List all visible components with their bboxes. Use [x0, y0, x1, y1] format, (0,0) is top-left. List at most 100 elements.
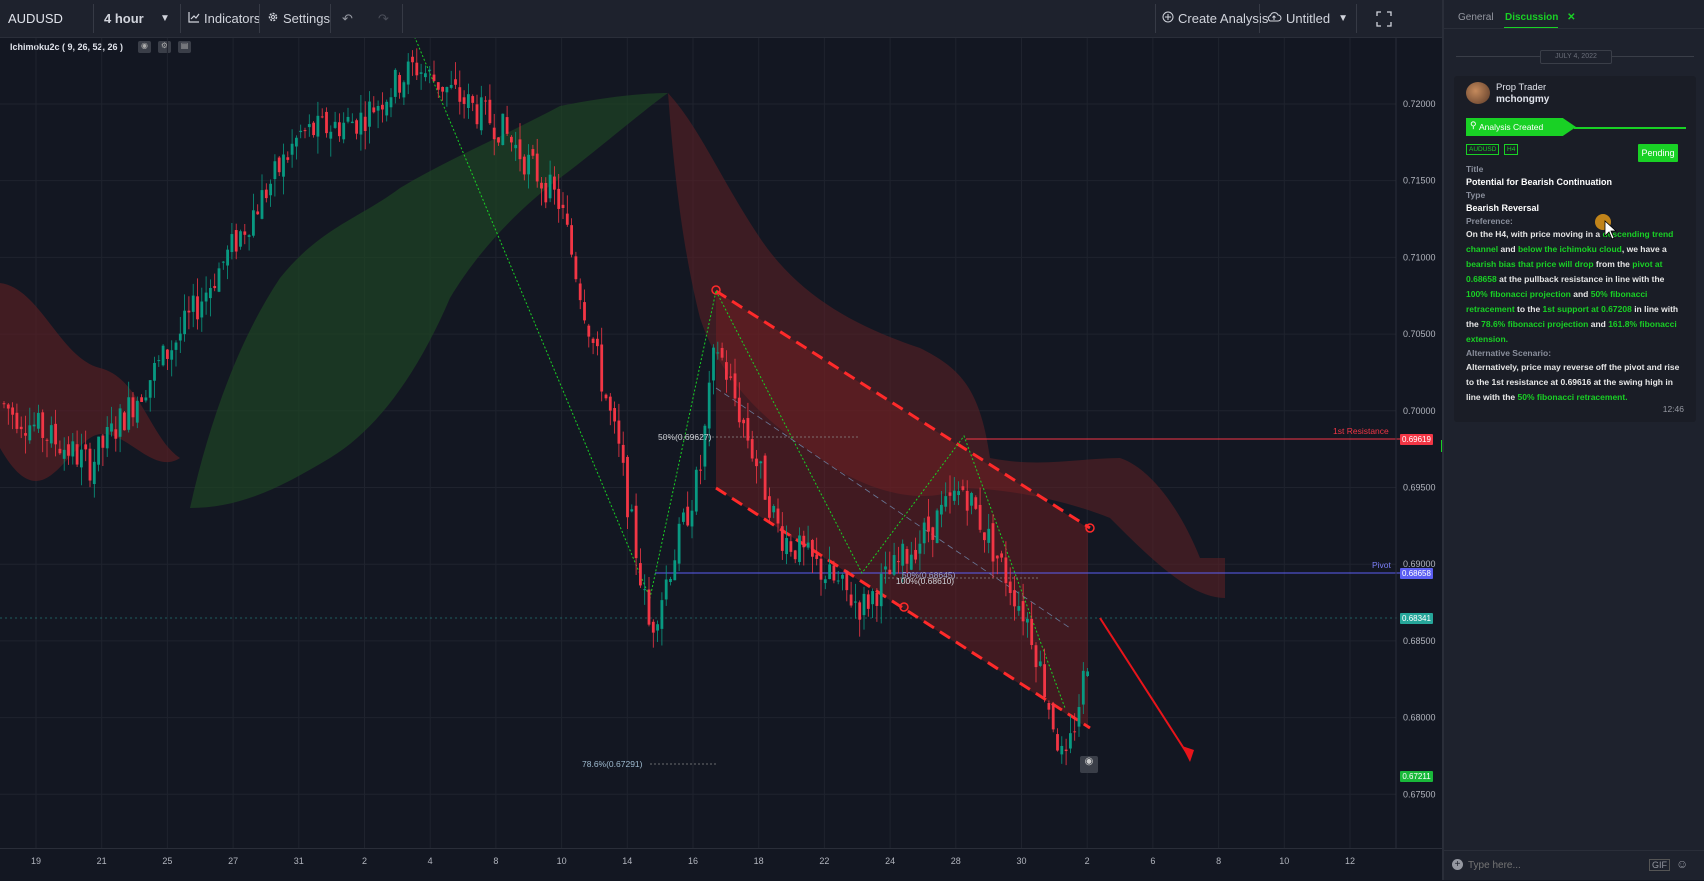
candle-body	[140, 397, 143, 402]
time-axis-label: 30	[1016, 856, 1027, 866]
candle-body	[1069, 733, 1072, 749]
layout-save-button[interactable]: Untitled ▼	[1266, 0, 1348, 37]
candle-body	[720, 347, 724, 358]
gif-button[interactable]: GIF	[1649, 859, 1670, 871]
redo-icon[interactable]: ↷	[378, 0, 389, 37]
candle-body	[58, 448, 62, 454]
candle-body	[776, 508, 780, 524]
add-icon[interactable]: +	[1452, 859, 1463, 870]
candle-body	[350, 121, 354, 124]
pin-icon: ⚲	[1470, 120, 1477, 130]
toolbar-divider	[1259, 4, 1260, 33]
candle-body	[935, 510, 939, 544]
cloud-upload-icon	[1266, 11, 1282, 26]
price-axis-label: 0.67500	[1403, 789, 1436, 799]
candle-body	[166, 349, 169, 359]
undo-icon[interactable]: ↶	[342, 0, 353, 37]
settings-button[interactable]: Settings	[267, 0, 330, 37]
candle-body	[716, 352, 720, 354]
candle-body	[157, 360, 161, 362]
layout-name: Untitled	[1286, 11, 1331, 26]
candle-body	[355, 120, 358, 134]
candle-body	[634, 505, 638, 559]
time-axis-label: 14	[622, 856, 633, 866]
candle-body	[359, 112, 363, 135]
candle-body	[419, 72, 423, 74]
candle-body	[1086, 671, 1089, 677]
candle-body	[217, 268, 221, 292]
candle-body	[105, 426, 109, 449]
type-value: Bearish Reversal	[1466, 203, 1540, 213]
fib-label: 50%(0.69627)	[658, 432, 712, 442]
candle-body	[37, 412, 40, 429]
tab-discussion[interactable]: Discussion ✕	[1505, 12, 1576, 23]
symbol-search[interactable]: AUDUSD	[8, 0, 63, 37]
time-axis-label: 2	[1084, 856, 1090, 866]
analysis-card: Prop Trader mchongmy ⚲ Analysis Created …	[1454, 76, 1696, 422]
candle-body	[45, 439, 49, 441]
resistance-price-tag: 0.69619	[1400, 434, 1433, 445]
time-axis-label: 10	[1279, 856, 1290, 866]
chart-canvas[interactable]: 0.72000 0.71500 0.71000 0.70500 0.70000 0.695…	[0, 38, 1442, 848]
candle-body	[768, 496, 771, 518]
candle-body	[583, 302, 586, 321]
candle-body	[467, 94, 470, 109]
candle-body	[725, 362, 728, 380]
candle-body	[1077, 707, 1081, 727]
candle-body	[742, 419, 745, 424]
ichimoku-cloud-bullish	[190, 93, 668, 508]
indicators-button[interactable]: Indicators	[188, 0, 260, 37]
chart-toolbar: AUDUSD 4 hour ▼ Indicators Settings ↶ ↷ …	[0, 0, 1442, 38]
price-chart[interactable]: Ichimoku2c ( 9, 26, 52, 26 ) ◉ ⚙ ▤ 0.720…	[0, 38, 1442, 848]
emoji-icon[interactable]: ☺	[1676, 857, 1688, 871]
candle-body	[290, 143, 294, 155]
candle-body	[651, 621, 655, 633]
candle-body	[531, 149, 535, 156]
candle-body	[273, 161, 277, 180]
candle-body	[965, 490, 969, 511]
candle-body	[664, 579, 668, 600]
candle-body	[385, 101, 389, 116]
candle-body	[92, 461, 96, 485]
tab-general[interactable]: General	[1458, 12, 1494, 23]
candle-body	[798, 535, 801, 563]
bulb-icon[interactable]: ◉	[1080, 756, 1098, 773]
status-banner: ⚲ Analysis Created	[1466, 118, 1576, 136]
candle-body	[540, 182, 543, 189]
candle-body	[84, 444, 88, 450]
candle-body	[518, 139, 522, 160]
candle-body	[178, 333, 182, 341]
candle-body	[522, 156, 526, 175]
candle-body	[71, 441, 75, 457]
candle-body	[828, 564, 831, 580]
toolbar-divider	[330, 4, 331, 33]
resistance-label: 1st Resistance	[1333, 426, 1389, 436]
tab-discussion-label: Discussion	[1505, 12, 1559, 23]
interval-select[interactable]: 4 hour ▼	[104, 0, 174, 37]
candle-body	[432, 74, 436, 81]
candle-body	[802, 535, 806, 548]
candle-body	[772, 505, 776, 513]
message-input[interactable]	[1466, 856, 1620, 874]
candle-body	[123, 412, 126, 431]
candle-body	[832, 565, 836, 581]
fullscreen-icon[interactable]	[1376, 0, 1392, 37]
candle-body	[621, 444, 625, 463]
price-axis: 0.72000 0.71500 0.71000 0.70500 0.70000 0.695…	[1403, 99, 1436, 799]
candle-body	[363, 116, 367, 132]
chevron-down-icon: ▼	[160, 13, 170, 24]
candle-body	[854, 601, 857, 603]
candle-body	[445, 86, 449, 93]
candle-body	[905, 549, 909, 564]
candle-body	[1051, 703, 1055, 730]
create-analysis-button[interactable]: Create Analysis	[1162, 0, 1268, 37]
candle-body	[892, 555, 896, 575]
candle-body	[806, 542, 810, 548]
alternative-text: Alternatively, price may reverse off the…	[1466, 362, 1680, 402]
candle-body	[424, 73, 427, 78]
candle-body	[626, 456, 629, 518]
message-input-bar: + GIF ☺	[1444, 850, 1704, 881]
candle-body	[617, 420, 621, 444]
close-icon[interactable]: ✕	[1567, 12, 1575, 23]
candle-body	[200, 301, 204, 318]
